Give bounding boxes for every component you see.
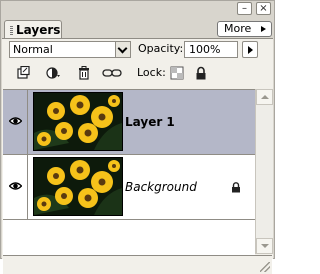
lock-label: Lock: (137, 66, 166, 79)
layer-row[interactable]: Background (3, 155, 255, 220)
eye-icon (9, 182, 22, 190)
opacity-value: 100% (189, 43, 221, 56)
blend-mode-value: Normal (13, 43, 53, 56)
minimize-icon: – (242, 3, 247, 14)
layer-thumbnail[interactable] (33, 92, 123, 151)
blend-mode-dropdown-button[interactable] (115, 42, 130, 57)
adjustment-layer-icon[interactable] (46, 66, 60, 80)
new-layer-icon[interactable] (16, 66, 30, 80)
chevron-down-icon (117, 43, 128, 54)
palette-title-bar[interactable]: – × (1, 1, 274, 16)
scroll-up-icon (261, 95, 269, 99)
triangle-right-icon (261, 26, 266, 32)
tab-grip-icon[interactable] (10, 25, 13, 35)
triangle-right-icon (248, 46, 253, 54)
lock-transparency-icon[interactable] (170, 66, 184, 80)
opacity-input[interactable]: 100% (184, 41, 238, 58)
visibility-toggle[interactable] (3, 155, 28, 219)
link-icon[interactable] (102, 66, 122, 80)
scroll-down-button[interactable] (256, 238, 273, 254)
blend-mode-select[interactable]: Normal (9, 41, 131, 58)
opacity-slider-button[interactable] (242, 41, 258, 58)
eye-icon (9, 117, 22, 125)
visibility-toggle[interactable] (3, 90, 28, 154)
scroll-down-icon (261, 244, 269, 248)
layer-name[interactable]: Background (125, 180, 197, 194)
minimize-button[interactable]: – (237, 2, 252, 15)
scroll-up-button[interactable] (256, 89, 273, 105)
layers-palette: – × Layers More Normal Opacity: 100% Loc… (0, 0, 275, 274)
lock-icon (232, 182, 240, 193)
tab-layers[interactable]: Layers (4, 20, 62, 39)
trash-icon[interactable] (77, 66, 91, 80)
close-icon: × (259, 3, 268, 14)
layers-scrollbar[interactable] (255, 89, 273, 254)
lock-all-icon[interactable] (194, 66, 208, 80)
layer-name[interactable]: Layer 1 (125, 115, 175, 129)
layer-row[interactable]: Layer 1 (3, 90, 255, 155)
more-button[interactable]: More (217, 21, 272, 37)
resize-grip-icon[interactable] (260, 262, 270, 272)
more-label: More (224, 22, 252, 35)
layer-thumbnail[interactable] (33, 157, 123, 216)
tab-layers-label: Layers (16, 23, 61, 37)
layers-list: Layer 1 Background (3, 89, 255, 255)
palette-body: Normal Opacity: 100% Lock: Layer 1 Backg… (2, 38, 273, 274)
palette-footer (3, 255, 272, 274)
close-button[interactable]: × (256, 2, 271, 15)
opacity-label: Opacity: (138, 42, 184, 55)
